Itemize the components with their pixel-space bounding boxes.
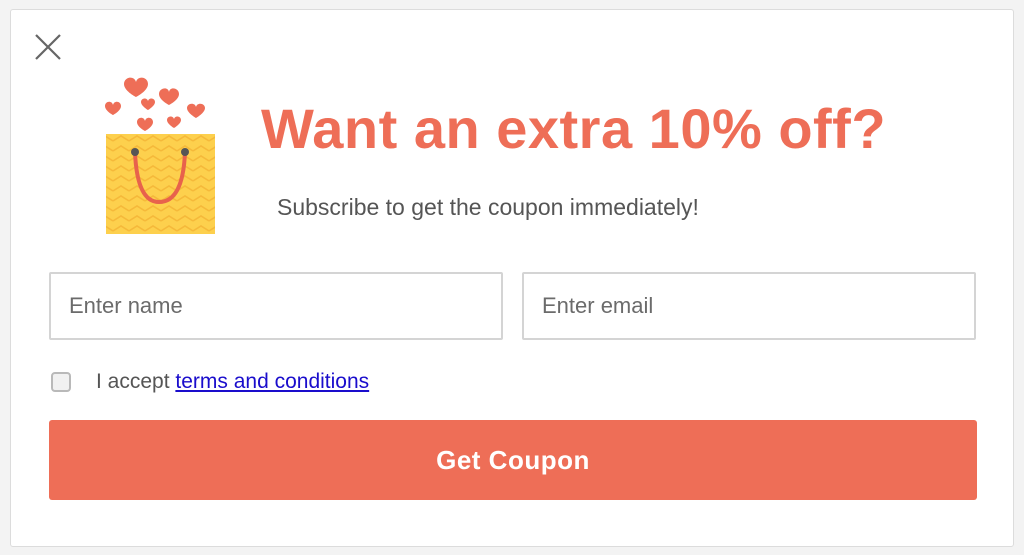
shopping-bag-hearts-icon (97, 64, 216, 234)
headline: Want an extra 10% off? (261, 97, 887, 160)
terms-checkbox[interactable] (51, 372, 71, 392)
close-icon (35, 34, 61, 60)
terms-link[interactable]: terms and conditions (175, 370, 369, 393)
terms-label: I accept terms and conditions (96, 370, 369, 394)
name-input[interactable] (49, 272, 503, 340)
terms-row: I accept terms and conditions (51, 367, 369, 397)
close-button[interactable] (33, 32, 63, 62)
accept-prefix: I accept (96, 370, 176, 393)
get-coupon-button[interactable]: Get Coupon (49, 420, 977, 500)
subheadline: Subscribe to get the coupon immediately! (277, 194, 699, 220)
coupon-popup: Want an extra 10% off? Subscribe to get … (10, 9, 1014, 547)
email-input[interactable] (522, 272, 976, 340)
